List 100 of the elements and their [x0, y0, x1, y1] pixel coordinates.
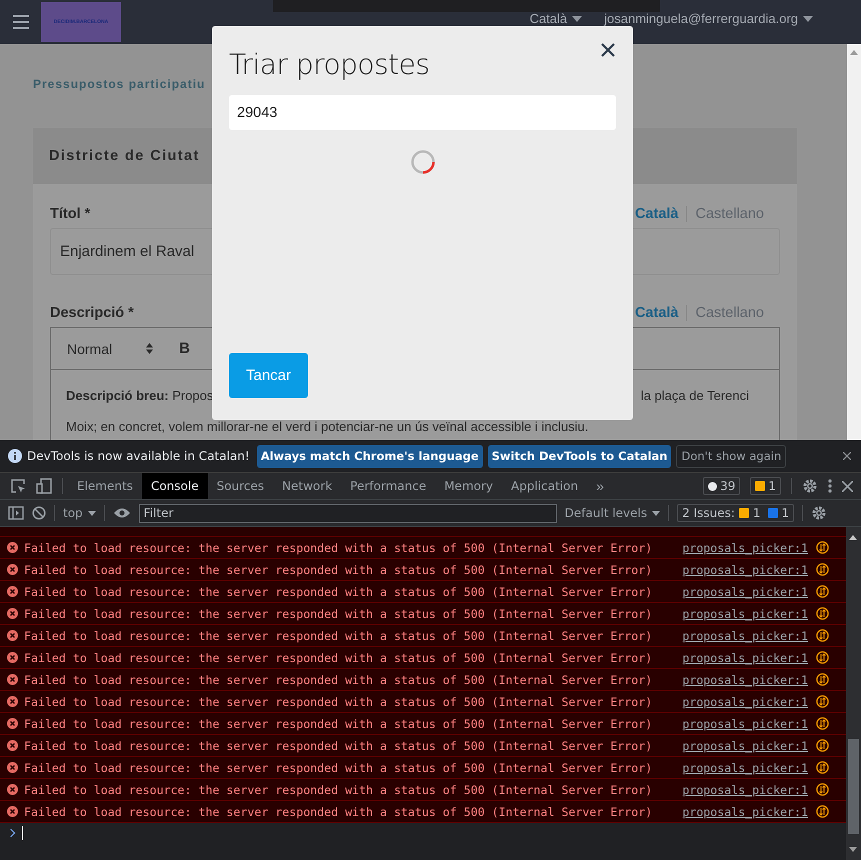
context-select[interactable]: top [63, 506, 96, 520]
source-link[interactable]: proposals_picker:1 [682, 782, 808, 796]
close-icon[interactable] [601, 43, 615, 57]
caret-icon [88, 510, 96, 516]
bold-button[interactable]: B [179, 340, 190, 357]
source-link[interactable]: proposals_picker:1 [682, 804, 808, 818]
info-icon [8, 449, 22, 463]
error-icon [7, 652, 18, 663]
error-text: Failed to load resource: the server responded with a status of 500 (Internal Server Error) [24, 606, 652, 620]
notice-button[interactable]: Don't show again [676, 444, 786, 468]
scrollbar[interactable] [846, 527, 861, 860]
card-title: Districte de Ciutat [49, 148, 200, 164]
editor-text: la plaça de Terenci [640, 387, 749, 405]
log-levels-select[interactable]: Default levels [564, 506, 660, 520]
field-label: Descripció * [50, 305, 134, 321]
source-link[interactable]: proposals_picker:1 [682, 672, 808, 686]
network-request-icon[interactable] [816, 739, 829, 752]
error-text: Failed to load resource: the server responded with a status of 500 (Internal Server Error) [24, 760, 652, 774]
clear-console-icon[interactable] [32, 506, 46, 520]
error-icon [7, 784, 18, 795]
close-icon[interactable] [842, 480, 853, 492]
close-icon[interactable] [843, 452, 851, 460]
issues-badge[interactable]: 2 Issues: 1 1 [677, 504, 794, 522]
source-link[interactable]: proposals_picker:1 [682, 650, 808, 664]
error-icon [7, 718, 18, 729]
error-text: Failed to load resource: the server responded with a status of 500 (Internal Server Error) [24, 738, 652, 752]
error-text: Failed to load resource: the server responded with a status of 500 (Internal Server Error) [24, 804, 652, 818]
network-request-icon[interactable] [816, 563, 829, 576]
network-request-icon[interactable] [816, 717, 829, 730]
devtools-tab[interactable]: Console [142, 473, 208, 499]
error-icon [7, 762, 18, 773]
badge-count: 1 [782, 506, 790, 520]
network-request-icon[interactable] [816, 783, 829, 796]
network-request-icon[interactable] [816, 805, 829, 818]
scrollbar[interactable] [847, 44, 861, 440]
source-link[interactable]: proposals_picker:1 [682, 628, 808, 642]
source-link[interactable]: proposals_picker:1 [682, 606, 808, 620]
badge-count: 1 [752, 506, 761, 520]
sidebar-icon[interactable] [8, 506, 24, 520]
source-link[interactable]: proposals_picker:1 [682, 694, 808, 708]
warning-icon [755, 481, 766, 491]
devtools-tab[interactable]: Application [502, 473, 588, 499]
notice-button[interactable]: Switch DevTools to Catalan [488, 444, 672, 468]
error-text: Failed to load resource: the server responded with a status of 500 (Internal Server Error) [24, 672, 652, 686]
error-icon [7, 740, 18, 751]
source-link[interactable]: proposals_picker:1 [682, 562, 808, 576]
network-request-icon[interactable] [816, 651, 829, 664]
more-options-icon[interactable] [828, 479, 832, 493]
notice-text: DevTools is now available in Catalan! [27, 449, 250, 463]
network-request-icon[interactable] [816, 607, 829, 620]
settings-icon[interactable] [802, 478, 818, 494]
editor-text: Moix; en concret, volem millorar-ne el verd i potenciar-ne un ús veïnal accessible i inclusiu. [66, 418, 590, 436]
error-icon [7, 542, 18, 553]
devtools-tab[interactable]: Memory [435, 473, 502, 499]
error-text: Failed to load resource: the server responded with a status of 500 (Internal Server Error) [24, 540, 652, 554]
warnings-badge[interactable]: 1 [750, 477, 781, 495]
source-link[interactable]: proposals_picker:1 [682, 716, 808, 730]
network-request-icon[interactable] [816, 761, 829, 774]
info-icon [768, 508, 778, 518]
filter-field[interactable]: Filter [138, 504, 557, 522]
error-text: Failed to load resource: the server responded with a status of 500 (Internal Server Error) [24, 584, 652, 598]
settings-icon[interactable] [811, 505, 828, 521]
error-icon [7, 586, 18, 597]
error-icon [7, 806, 18, 817]
eye-icon[interactable] [112, 507, 131, 519]
inspect-icon[interactable] [10, 478, 26, 494]
network-request-icon[interactable] [816, 695, 829, 708]
error-icon [7, 696, 18, 707]
error-text: Failed to load resource: the server responded with a status of 500 (Internal Server Error) [24, 716, 652, 730]
error-icon [7, 608, 18, 619]
error-icon [7, 630, 18, 641]
error-text: Failed to load resource: the server responded with a status of 500 (Internal Server Error) [24, 562, 652, 576]
device-icon[interactable] [36, 478, 52, 494]
badge-count: 1 [768, 479, 776, 493]
devtools-tab[interactable]: Performance [341, 473, 436, 499]
error-text: Failed to load resource: the server responded with a status of 500 (Internal Server Error) [24, 628, 652, 642]
network-request-icon[interactable] [816, 585, 829, 598]
devtools-tab[interactable]: Network [273, 473, 342, 499]
caret-icon [652, 510, 660, 516]
devtools-tab[interactable]: Elements [68, 473, 142, 499]
source-link[interactable]: proposals_picker:1 [682, 738, 808, 752]
network-request-icon[interactable] [816, 673, 829, 686]
menu-icon[interactable] [13, 15, 29, 29]
network-request-icon[interactable] [816, 541, 829, 554]
warning-icon [738, 508, 749, 518]
badge-count: 39 [720, 479, 736, 493]
source-link[interactable]: proposals_picker:1 [682, 540, 808, 554]
issues-label: 2 Issues: [682, 506, 735, 520]
user-menu[interactable]: josanminguela@ferrerguardia.org [604, 13, 813, 25]
error-text: Failed to load resource: the server responded with a status of 500 (Internal Server Error) [24, 694, 652, 708]
notice-button[interactable]: Always match Chrome's language [256, 444, 483, 468]
messages-badge[interactable]: 39 [703, 477, 740, 495]
format-select[interactable]: Normal [67, 340, 154, 356]
search-field[interactable]: 29043 [229, 95, 616, 130]
source-link[interactable]: proposals_picker:1 [682, 584, 808, 598]
more-tabs-button[interactable]: » [592, 478, 608, 494]
language-menu[interactable]: Català [530, 13, 582, 25]
devtools-tab[interactable]: Sources [208, 473, 274, 499]
source-link[interactable]: proposals_picker:1 [682, 760, 808, 774]
network-request-icon[interactable] [816, 629, 829, 642]
